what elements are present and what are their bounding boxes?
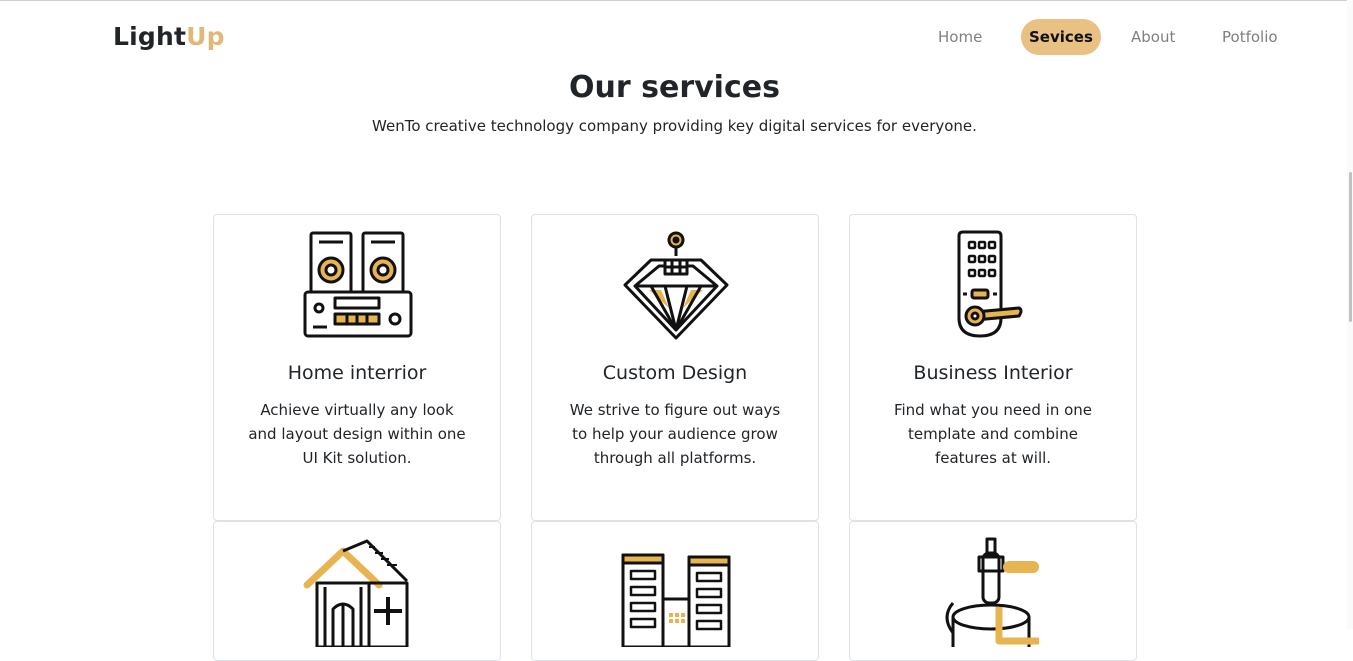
scrollbar-thumb[interactable] bbox=[1349, 172, 1352, 322]
nav-home[interactable]: Home bbox=[930, 19, 990, 55]
brand-logo-part2: Up bbox=[186, 22, 225, 51]
service-card-description: Achieve virtually any look and layout de… bbox=[248, 401, 466, 467]
speaker-stereo-icon bbox=[303, 231, 413, 338]
section-title: Our services bbox=[569, 70, 780, 105]
service-card[interactable] bbox=[531, 521, 819, 661]
service-card-description: Find what you need in one template and c… bbox=[893, 401, 1093, 467]
buildings-icon bbox=[621, 553, 731, 647]
service-card[interactable]: Custom Design We strive to figure out wa… bbox=[531, 214, 819, 521]
service-card-title: Business Interior bbox=[913, 362, 1073, 384]
nav-services[interactable]: Sevices bbox=[1021, 19, 1101, 55]
faucet-icon bbox=[945, 537, 1039, 647]
main-nav: Home bbox=[930, 17, 990, 57]
service-card-title: Custom Design bbox=[602, 362, 748, 384]
service-card-description: We strive to figure out ways to help you… bbox=[569, 401, 781, 467]
door-lock-keypad-icon bbox=[957, 230, 1023, 338]
service-card[interactable] bbox=[213, 521, 501, 661]
service-card-title: Home interrior bbox=[287, 362, 427, 384]
diamond-icon bbox=[623, 231, 729, 340]
main-nav-services: Sevices bbox=[1021, 17, 1101, 57]
house-icon bbox=[303, 539, 409, 647]
service-card[interactable]: Business Interior Find what you need in … bbox=[849, 214, 1137, 521]
main-nav-about: About bbox=[1123, 17, 1183, 57]
browser-top-border bbox=[0, 0, 1353, 4]
nav-portfolio[interactable]: Potfolio bbox=[1214, 19, 1286, 55]
section-subtitle: WenTo creative technology company provid… bbox=[372, 117, 977, 135]
nav-about[interactable]: About bbox=[1123, 19, 1183, 55]
service-card[interactable]: Home interrior Achieve virtually any loo… bbox=[213, 214, 501, 521]
main-nav-portfolio: Potfolio bbox=[1214, 17, 1286, 57]
service-card[interactable] bbox=[849, 521, 1137, 661]
brand-logo-part1: Light bbox=[113, 22, 187, 51]
brand-logo[interactable]: LightUp bbox=[113, 22, 225, 51]
